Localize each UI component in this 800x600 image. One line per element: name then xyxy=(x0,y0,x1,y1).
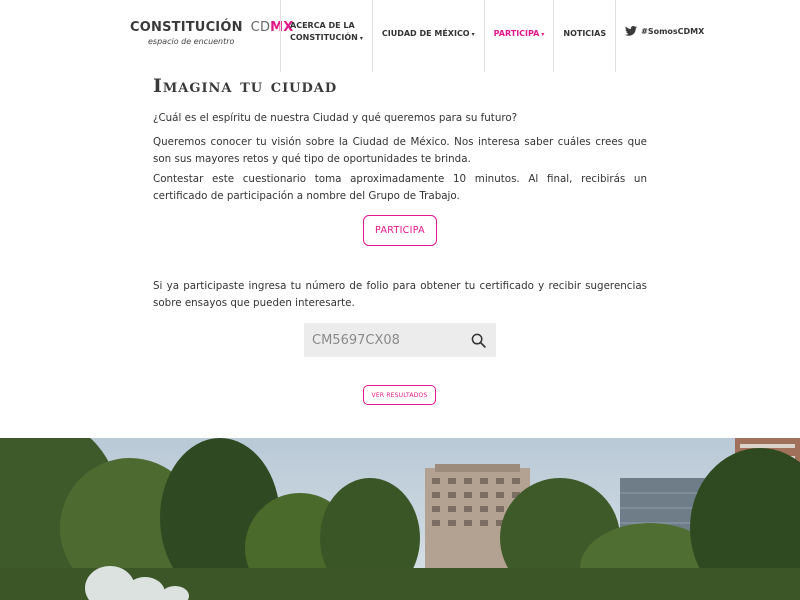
twitter-handle: #SomosCDMX xyxy=(641,27,705,36)
folio-instructions: Si ya participaste ingresa tu número de … xyxy=(153,280,647,309)
nav-item-noticias-label: NOTICIAS xyxy=(563,29,607,38)
page-title: Imagina tu ciudad xyxy=(153,75,338,97)
logo-wordmark: CONSTITUCIÓN CD MX xyxy=(130,20,293,35)
site-logo[interactable]: CONSTITUCIÓN CD MX espacio de encuentro xyxy=(130,20,293,46)
nav-item-participa-label: PARTICIPA xyxy=(493,29,540,38)
ver-resultados-button[interactable]: VER RESULTADOS xyxy=(363,385,436,405)
nav-item-twitter[interactable]: #SomosCDMX xyxy=(616,0,713,72)
twitter-icon xyxy=(625,26,638,36)
caret-down-icon: ▾ xyxy=(359,35,363,42)
city-park-photo xyxy=(0,438,800,600)
nav-item-ciudad-label: CIUDAD DE MÉXICO xyxy=(381,29,470,38)
duration-paragraph: Contestar este cuestionario toma aproxim… xyxy=(153,173,647,202)
logo-name: CONSTITUCIÓN xyxy=(130,20,243,35)
caret-down-icon: ▾ xyxy=(471,31,475,38)
participa-button[interactable]: PARTICIPA xyxy=(363,215,437,246)
nav-item-ciudad[interactable]: CIUDAD DE MÉXICO ▾ xyxy=(371,0,484,72)
search-button[interactable] xyxy=(464,323,492,357)
folio-search xyxy=(304,323,496,357)
intro-paragraph: Queremos conocer tu visión sobre la Ciud… xyxy=(153,136,647,165)
main-content: Imagina tu ciudad ¿Cuál es el espíritu d… xyxy=(153,72,647,405)
logo-cd: CD xyxy=(250,20,271,35)
caret-down-icon: ▾ xyxy=(541,31,545,38)
site-header: CONSTITUCIÓN CD MX espacio de encuentro A… xyxy=(0,0,800,72)
main-nav: ACERCA DE LA CONSTITUCIÓN ▾ CIUDAD DE MÉX… xyxy=(280,0,713,72)
nav-item-participa[interactable]: PARTICIPA ▾ xyxy=(483,0,554,72)
search-icon xyxy=(471,333,486,348)
logo-tagline: espacio de encuentro xyxy=(148,37,235,46)
nav-item-noticias[interactable]: NOTICIAS xyxy=(553,0,617,72)
nav-item-acerca[interactable]: ACERCA DE LA CONSTITUCIÓN ▾ xyxy=(280,0,372,72)
folio-input[interactable] xyxy=(304,323,464,357)
intro-question: ¿Cuál es el espíritu de nuestra Ciudad y… xyxy=(153,112,518,124)
nav-item-acerca-line1: ACERCA DE LA xyxy=(290,21,355,30)
nav-item-acerca-line2: CONSTITUCIÓN xyxy=(290,33,358,42)
